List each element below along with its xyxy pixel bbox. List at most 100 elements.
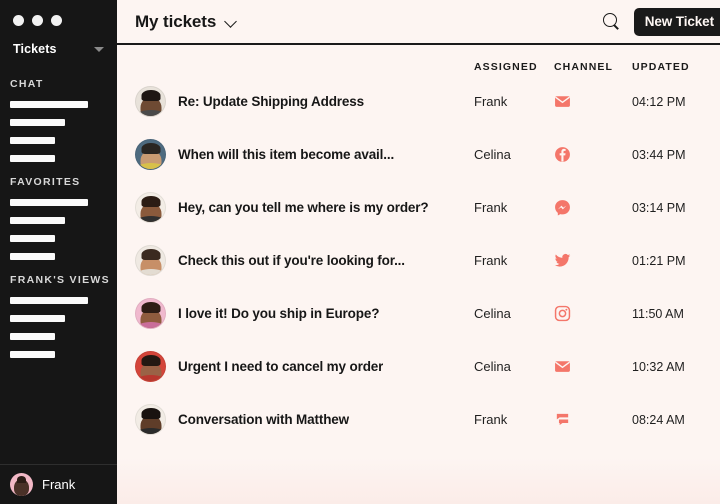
ticket-channel [554, 93, 632, 110]
sidebar-item-placeholder[interactable] [10, 217, 65, 224]
avatar [135, 298, 166, 329]
ticket-channel [554, 305, 632, 322]
ticket-assigned: Frank [474, 200, 508, 215]
instagram-icon [554, 305, 571, 322]
avatar [135, 86, 166, 117]
app-window: Tickets CHAT FAVORITES FRANK'S VIEWS Fra… [0, 0, 720, 504]
ticket-channel [554, 252, 632, 269]
avatar [135, 139, 166, 170]
chat-bubbles-icon [554, 411, 571, 428]
sidebar-group-label: CHAT [10, 78, 44, 90]
ticket-updated: 11:50 AM [632, 306, 684, 321]
ticket-subject-cell[interactable]: Hey, can you tell me where is my order? [117, 192, 474, 223]
ticket-subject-cell[interactable]: Conversation with Matthew [117, 404, 474, 435]
sidebar-item-placeholder[interactable] [10, 297, 88, 304]
ticket-updated: 03:14 PM [632, 200, 686, 215]
sidebar-item-placeholder[interactable] [10, 315, 65, 322]
ticket-updated: 08:24 AM [632, 412, 685, 427]
ticket-subject-cell[interactable]: When will this item become avail... [117, 139, 474, 170]
sidebar: Tickets CHAT FAVORITES FRANK'S VIEWS Fra… [0, 0, 117, 504]
sidebar-group-franks-views: FRANK'S VIEWS [0, 274, 117, 358]
sidebar-group-favorites: FAVORITES [0, 176, 117, 260]
ticket-subject: Urgent I need to cancel my order [178, 359, 384, 374]
ticket-assigned: Celina [474, 147, 511, 162]
ticket-channel [554, 358, 632, 375]
messenger-icon [554, 199, 571, 216]
caret-down-icon[interactable] [94, 46, 104, 52]
top-bar: My tickets New Ticket [117, 0, 720, 45]
avatar [135, 192, 166, 223]
close-icon[interactable] [13, 15, 24, 26]
sidebar-item-placeholder[interactable] [10, 101, 88, 108]
twitter-icon [554, 252, 571, 269]
ticket-subject: I love it! Do you ship in Europe? [178, 306, 380, 321]
ticket-subject: When will this item become avail... [178, 147, 395, 162]
main-content: My tickets New Ticket ASSIGNED CHANNEL U… [117, 0, 720, 504]
table-row[interactable]: Conversation with Matthew Frank 08:24 AM [117, 393, 720, 446]
sidebar-item-placeholder[interactable] [10, 119, 65, 126]
ticket-subject: Re: Update Shipping Address [178, 94, 364, 109]
ticket-subject: Hey, can you tell me where is my order? [178, 200, 429, 215]
column-header-assigned: ASSIGNED [474, 61, 538, 73]
table-row[interactable]: I love it! Do you ship in Europe? Celina… [117, 287, 720, 340]
sidebar-group-label: FAVORITES [10, 176, 81, 188]
sidebar-group-label: FRANK'S VIEWS [10, 274, 110, 286]
ticket-subject-cell[interactable]: I love it! Do you ship in Europe? [117, 298, 474, 329]
window-traffic-lights [0, 0, 117, 30]
maximize-icon[interactable] [51, 15, 62, 26]
ticket-channel [554, 199, 632, 216]
ticket-updated: 03:44 PM [632, 147, 686, 162]
table-row[interactable]: When will this item become avail... Celi… [117, 128, 720, 181]
new-ticket-button[interactable]: New Ticket [633, 7, 720, 36]
ticket-list: Re: Update Shipping Address Frank 04:12 … [117, 75, 720, 504]
ticket-updated: 04:12 PM [632, 94, 686, 109]
sidebar-item-placeholder[interactable] [10, 235, 55, 242]
avatar [135, 245, 166, 276]
email-icon [554, 93, 571, 110]
minimize-icon[interactable] [32, 15, 43, 26]
sidebar-group-chat: CHAT [0, 78, 117, 162]
table-row[interactable]: Hey, can you tell me where is my order? … [117, 181, 720, 234]
ticket-assigned: Frank [474, 253, 508, 268]
page-title: My tickets [135, 11, 217, 31]
table-column-headers: ASSIGNED CHANNEL UPDATED [117, 45, 720, 75]
sidebar-current-user[interactable]: Frank [0, 464, 117, 504]
ticket-assigned: Celina [474, 306, 511, 321]
email-icon [554, 358, 571, 375]
table-row[interactable]: Re: Update Shipping Address Frank 04:12 … [117, 75, 720, 128]
sidebar-item-placeholder[interactable] [10, 137, 55, 144]
column-header-channel: CHANNEL [554, 61, 614, 73]
ticket-subject: Conversation with Matthew [178, 412, 350, 427]
sidebar-title: Tickets [13, 42, 57, 56]
sidebar-item-placeholder[interactable] [10, 333, 55, 340]
sidebar-item-placeholder[interactable] [10, 199, 88, 206]
table-row[interactable]: Check this out if you're looking for... … [117, 234, 720, 287]
sidebar-item-placeholder[interactable] [10, 155, 55, 162]
ticket-subject: Check this out if you're looking for... [178, 253, 405, 268]
ticket-channel [554, 411, 632, 428]
view-selector[interactable]: My tickets [135, 12, 236, 32]
sidebar-item-placeholder[interactable] [10, 351, 55, 358]
sidebar-user-name: Frank [42, 477, 76, 492]
ticket-assigned: Celina [474, 359, 511, 374]
avatar [135, 404, 166, 435]
facebook-icon [554, 146, 571, 163]
ticket-assigned: Frank [474, 94, 508, 109]
sidebar-workspace-switcher[interactable]: Tickets [0, 34, 117, 64]
column-header-updated: UPDATED [632, 61, 690, 73]
avatar [135, 351, 166, 382]
avatar [10, 473, 33, 496]
ticket-updated: 10:32 AM [632, 359, 685, 374]
ticket-channel [554, 146, 632, 163]
ticket-updated: 01:21 PM [632, 253, 686, 268]
sidebar-item-placeholder[interactable] [10, 253, 55, 260]
ticket-subject-cell[interactable]: Check this out if you're looking for... [117, 245, 474, 276]
chevron-down-icon[interactable] [225, 16, 236, 27]
table-row[interactable]: Urgent I need to cancel my order Celina … [117, 340, 720, 393]
ticket-assigned: Frank [474, 412, 508, 427]
search-icon[interactable] [602, 12, 622, 32]
ticket-subject-cell[interactable]: Re: Update Shipping Address [117, 86, 474, 117]
ticket-subject-cell[interactable]: Urgent I need to cancel my order [117, 351, 474, 382]
sidebar-nav: CHAT FAVORITES FRANK'S VIEWS [0, 64, 117, 464]
top-bar-actions: New Ticket [602, 7, 720, 36]
